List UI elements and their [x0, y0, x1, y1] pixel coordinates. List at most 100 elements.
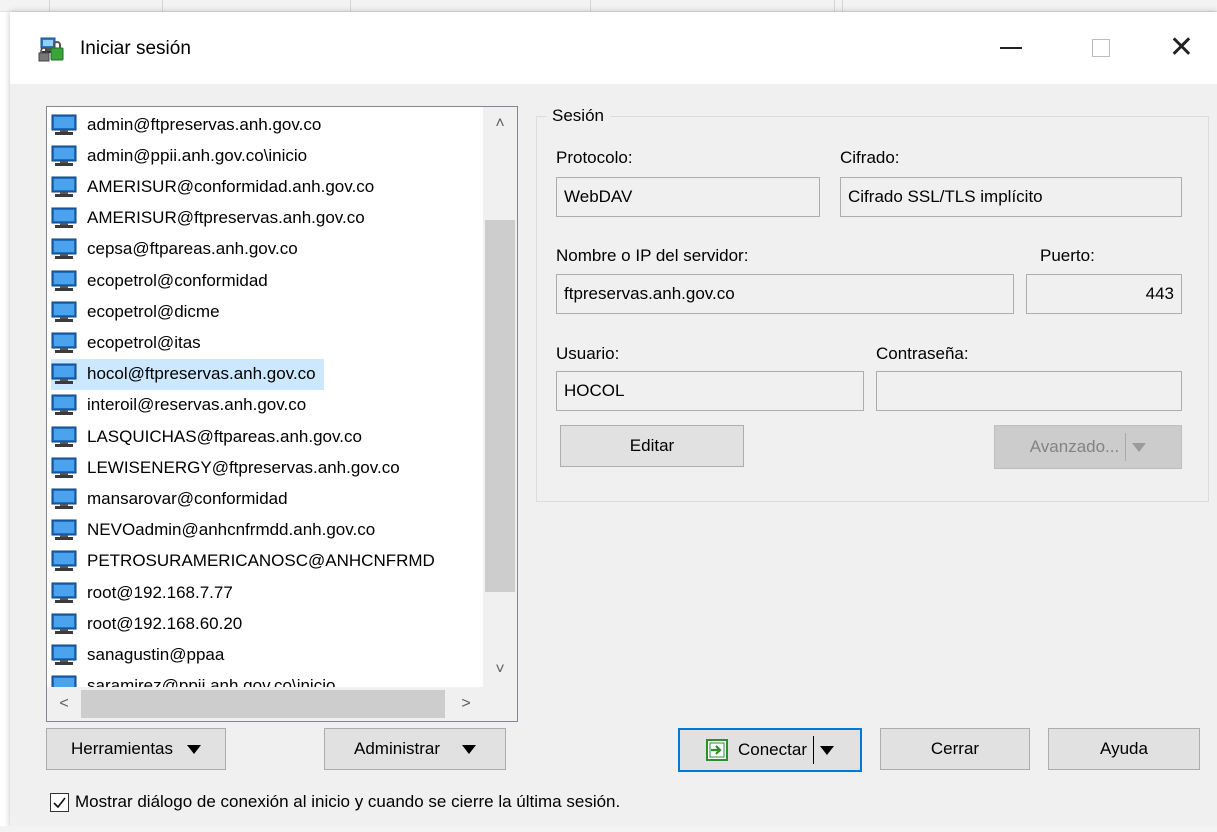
- show-dialog-option[interactable]: Mostrar diálogo de conexión al inicio y …: [50, 792, 620, 812]
- port-value: 443: [1145, 284, 1174, 303]
- advanced-dropdown-icon: [1132, 442, 1147, 452]
- session-list-item[interactable]: interoil@reservas.anh.gov.co: [51, 390, 314, 421]
- tools-button[interactable]: Herramientas: [46, 728, 226, 770]
- background-divider: [350, 0, 351, 12]
- monitor-icon: [51, 550, 77, 572]
- help-button-label: Ayuda: [1100, 739, 1148, 758]
- connect-icon: [706, 739, 728, 761]
- session-list-item[interactable]: ecopetrol@dicme: [51, 296, 228, 327]
- session-list[interactable]: admin@ftpreservas.anh.gov.co admin@ppii.a…: [46, 106, 518, 722]
- session-list-item-label: cepsa@ftpareas.anh.gov.co: [87, 239, 298, 259]
- session-list-item-label: PETROSURAMERICANOSC@ANHCNFRMD: [87, 551, 435, 571]
- encryption-value: Cifrado SSL/TLS implícito: [848, 187, 1043, 206]
- host-field[interactable]: ftpreservas.anh.gov.co: [556, 274, 1014, 314]
- session-list-item[interactable]: ecopetrol@itas: [51, 327, 209, 358]
- maximize-button[interactable]: [1056, 12, 1146, 84]
- session-list-item[interactable]: LEWISENERGY@ftpreservas.anh.gov.co: [51, 452, 408, 483]
- scroll-down-arrow-icon[interactable]: ˅: [483, 653, 517, 687]
- tools-dropdown-icon: [187, 744, 202, 754]
- close-button-label: Cerrar: [930, 739, 980, 758]
- background-divider: [842, 0, 843, 12]
- session-list-item[interactable]: AMERISUR@conformidad.anh.gov.co: [51, 171, 382, 202]
- protocol-select[interactable]: WebDAV: [556, 177, 820, 217]
- tools-button-label: Herramientas: [70, 739, 174, 758]
- connect-button-label: Conectar: [738, 740, 807, 759]
- port-field[interactable]: 443: [1026, 274, 1182, 314]
- edit-button[interactable]: Editar: [560, 425, 744, 467]
- scrollbar-corner: [483, 687, 517, 721]
- session-list-item-label: ecopetrol@dicme: [87, 301, 220, 321]
- background-divider: [49, 0, 50, 12]
- session-list-item-label: hocol@ftpreservas.anh.gov.co: [87, 364, 316, 384]
- protocol-label: Protocolo:: [556, 148, 633, 167]
- monitor-icon: [51, 426, 77, 447]
- background-divider: [834, 0, 835, 12]
- monitor-icon: [51, 394, 77, 416]
- session-list-item-label: LEWISENERGY@ftpreservas.anh.gov.co: [87, 457, 400, 477]
- close-button[interactable]: Cerrar: [880, 728, 1030, 770]
- session-list-item[interactable]: LASQUICHAS@ftpareas.anh.gov.co: [51, 421, 370, 452]
- session-list-item[interactable]: root@192.168.60.20: [51, 608, 250, 639]
- password-label: Contraseña:: [876, 344, 969, 363]
- host-value: ftpreservas.anh.gov.co: [564, 284, 735, 303]
- monitor-icon: [51, 519, 77, 541]
- session-list-item-label: AMERISUR@ftpreservas.anh.gov.co: [87, 208, 365, 228]
- connect-button[interactable]: Conectar: [678, 728, 862, 772]
- close-window-button[interactable]: ✕: [1146, 12, 1217, 84]
- background-window-strip: [0, 0, 1217, 12]
- session-list-item[interactable]: PETROSURAMERICANOSC@ANHCNFRMD: [51, 546, 443, 577]
- monitor-icon: [51, 332, 77, 353]
- advanced-button[interactable]: Avanzado...: [994, 425, 1182, 469]
- session-list-item[interactable]: admin@ftpreservas.anh.gov.co: [51, 109, 329, 140]
- session-list-item[interactable]: sanagustin@ppaa: [51, 639, 232, 670]
- manage-button[interactable]: Administrar: [324, 728, 506, 770]
- background-divider: [590, 0, 591, 12]
- user-field[interactable]: HOCOL: [556, 371, 864, 411]
- session-list-item[interactable]: root@192.168.7.77: [51, 577, 241, 608]
- horizontal-scrollbar[interactable]: ˂ ˃: [47, 687, 483, 721]
- port-label: Puerto:: [1040, 246, 1095, 265]
- show-dialog-checkbox[interactable]: [50, 792, 69, 812]
- show-dialog-label: Mostrar diálogo de conexión al inicio y …: [75, 792, 621, 811]
- session-list-item-label: root@192.168.7.77: [87, 582, 233, 602]
- background-window-bottom: [0, 826, 1217, 832]
- checkmark-icon: [53, 797, 66, 808]
- window-title: Iniciar sesión: [80, 38, 191, 59]
- encryption-select[interactable]: Cifrado SSL/TLS implícito: [840, 177, 1182, 217]
- session-list-item-label: ecopetrol@conformidad: [87, 270, 268, 290]
- session-list-item[interactable]: mansarovar@conformidad: [51, 483, 296, 514]
- manage-button-label: Administrar: [354, 739, 440, 758]
- help-button[interactable]: Ayuda: [1048, 728, 1200, 770]
- session-list-item-label: AMERISUR@conformidad.anh.gov.co: [87, 176, 375, 196]
- session-list-item[interactable]: admin@ppii.anh.gov.co\inicio: [51, 140, 315, 171]
- encryption-label: Cifrado:: [840, 148, 900, 167]
- session-list-item-label: admin@ppii.anh.gov.co\inicio: [87, 145, 308, 165]
- session-list-item[interactable]: hocol@ftpreservas.anh.gov.co: [51, 358, 324, 390]
- background-divider: [162, 0, 163, 12]
- vertical-scrollbar[interactable]: ˄ ˅: [483, 107, 517, 687]
- session-list-item[interactable]: NEVOadmin@anhcnfrmdd.anh.gov.co: [51, 515, 383, 546]
- monitor-icon: [51, 176, 77, 197]
- monitor-icon: [51, 114, 77, 135]
- session-list-item-label: NEVOadmin@anhcnfrmdd.anh.gov.co: [87, 520, 376, 540]
- title-bar: Iniciar sesión ✕: [10, 12, 1217, 84]
- session-list-item-label: ecopetrol@itas: [87, 332, 201, 352]
- monitor-icon: [51, 145, 77, 166]
- horizontal-scroll-thumb[interactable]: [81, 690, 445, 718]
- scroll-left-arrow-icon[interactable]: ˂: [47, 687, 81, 721]
- scroll-right-arrow-icon[interactable]: ˃: [449, 687, 483, 721]
- session-list-item-label: interoil@reservas.anh.gov.co: [87, 395, 307, 415]
- session-list-item[interactable]: AMERISUR@ftpreservas.anh.gov.co: [51, 203, 373, 234]
- session-list-item[interactable]: ecopetrol@conformidad: [51, 265, 276, 296]
- login-dialog: Iniciar sesión ✕ admin@ftpreservas.anh.g…: [10, 12, 1217, 828]
- vertical-scroll-thumb[interactable]: [485, 220, 515, 592]
- user-value: HOCOL: [564, 381, 625, 400]
- monitor-icon: [51, 457, 77, 478]
- edit-button-label: Editar: [629, 436, 675, 455]
- session-list-item[interactable]: cepsa@ftpareas.anh.gov.co: [51, 234, 306, 265]
- minimize-button[interactable]: [966, 12, 1056, 84]
- password-field[interactable]: [876, 371, 1182, 411]
- monitor-icon: [51, 613, 77, 634]
- minimize-icon: [1000, 47, 1022, 49]
- scroll-up-arrow-icon[interactable]: ˄: [483, 107, 517, 141]
